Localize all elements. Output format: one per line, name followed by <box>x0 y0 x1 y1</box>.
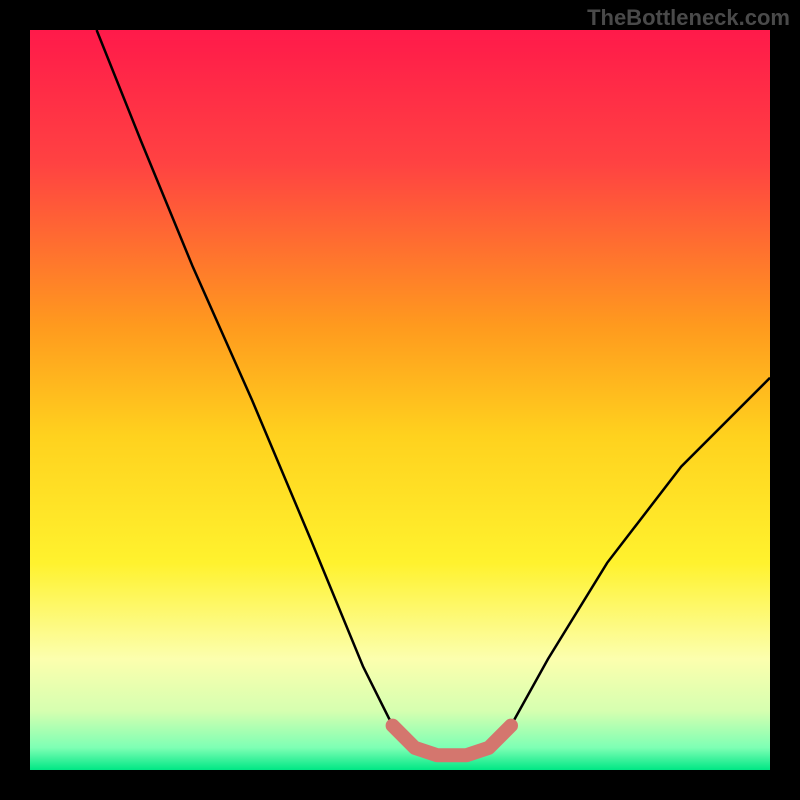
plot-area <box>30 30 770 770</box>
chart-container: TheBottleneck.com <box>0 0 800 800</box>
chart-svg <box>30 30 770 770</box>
watermark-text: TheBottleneck.com <box>587 5 790 31</box>
